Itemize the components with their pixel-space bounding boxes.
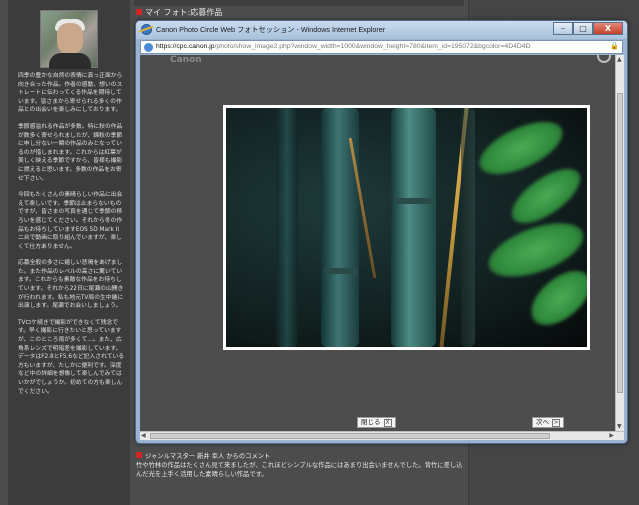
vertical-scroll-thumb[interactable]: [617, 93, 623, 393]
close-viewer-button[interactable]: 閉じる X: [357, 417, 396, 428]
viewer-content: Canon 閉じる X 次へ >: [140, 55, 615, 431]
photo-bamboo-stalk: [321, 108, 359, 347]
scroll-down-icon[interactable]: ▼: [617, 423, 622, 430]
bio-paragraph: 応募全般の多さに嬉しい悲鳴をあげました。また作品のレベルの高さに驚いています。こ…: [18, 260, 124, 310]
scroll-left-icon[interactable]: ◀: [141, 432, 146, 439]
lock-icon[interactable]: 🔒: [610, 41, 619, 53]
canon-logo: Canon: [170, 55, 202, 65]
bamboo-photo: [226, 108, 587, 347]
window-titlebar[interactable]: Canon Photo Circle Web フォトセッション - Window…: [136, 21, 627, 39]
red-bullet-icon: [136, 452, 142, 458]
close-viewer-label: 閉じる: [361, 418, 381, 426]
vertical-scrollbar[interactable]: ▲ ▼: [615, 55, 624, 431]
window-controls: – □ X: [553, 22, 623, 35]
site-favicon-icon: [144, 43, 153, 52]
section-title-text: マイ フォト:応募作品: [145, 8, 223, 17]
close-window-button[interactable]: X: [593, 22, 623, 35]
horizontal-scrollbar[interactable]: ◀ ▶: [140, 431, 624, 440]
window-title: Canon Photo Circle Web フォトセッション - Window…: [156, 25, 386, 34]
photo-bamboo-node: [324, 268, 358, 274]
horizontal-scroll-thumb[interactable]: [150, 433, 550, 439]
photo-frame: [223, 105, 590, 350]
scroll-up-icon[interactable]: ▲: [617, 56, 622, 63]
bio-paragraph: 四季の豊かな自然の表情に真っ正面から向き合った作品。作者の感動、想いのストレート…: [18, 73, 123, 114]
bio-paragraph: 季節感溢れる作品が多数。特に秋の作品が数多く寄せられましたが、錦秋の季節に申し分…: [18, 123, 123, 182]
comment-text: 竹や竹林の作品はたくさん見て来ましたが、これほどシンプルな作品にはあまり出会いま…: [136, 462, 463, 478]
address-domain: https://cpc.canon.jp: [156, 43, 215, 50]
bio-text: 四季の豊かな自然の表情に真っ正面から向き合った作品。作者の感動、想いのストレート…: [18, 72, 126, 404]
photo-bamboo-stalk: [391, 108, 436, 347]
comment-area: ジャンルマスター 新井 幸人 からのコメント 竹や竹林の作品はたくさん見て来まし…: [136, 452, 466, 479]
next-label: 次へ: [536, 418, 549, 426]
address-path: /photo/show_image2.php?window_width=1000…: [214, 43, 531, 50]
top-strip: [134, 0, 464, 6]
comment-heading-text: ジャンルマスター 新井 幸人 からのコメント: [145, 453, 271, 460]
close-x-icon: X: [383, 418, 392, 427]
bio-paragraph: 今回もたくさんの素晴らしい作品に出会えて楽しいです。季節は止まらないものですが、…: [18, 192, 123, 250]
internet-explorer-icon: [141, 24, 152, 35]
scroll-right-icon[interactable]: ▶: [609, 432, 614, 439]
red-bullet-icon: [136, 9, 142, 15]
minimize-button[interactable]: –: [553, 22, 573, 35]
section-title: マイ フォト:応募作品: [136, 7, 222, 18]
avatar-body: [49, 53, 91, 69]
next-arrow-icon: >: [552, 418, 560, 427]
photo-bamboo-stalk: [461, 108, 475, 347]
avatar[interactable]: [40, 10, 98, 69]
maximize-button[interactable]: □: [573, 22, 593, 35]
next-button[interactable]: 次へ >: [532, 417, 564, 428]
cpc-logo-icon: [597, 55, 611, 63]
address-bar[interactable]: https://cpc.canon.jp/photo/show_image2.p…: [140, 40, 623, 54]
photo-bamboo-stalk: [276, 108, 298, 347]
comment-heading: ジャンルマスター 新井 幸人 からのコメント: [136, 452, 466, 461]
photo-bamboo-node: [394, 198, 434, 204]
bio-paragraph: TVロケ続きで撮影ができなくて残念です。早く撮影に行きたいと思っていますが、この…: [18, 319, 125, 395]
avatar-face: [57, 23, 83, 55]
ie-popup-window: Canon Photo Circle Web フォトセッション - Window…: [135, 20, 628, 444]
